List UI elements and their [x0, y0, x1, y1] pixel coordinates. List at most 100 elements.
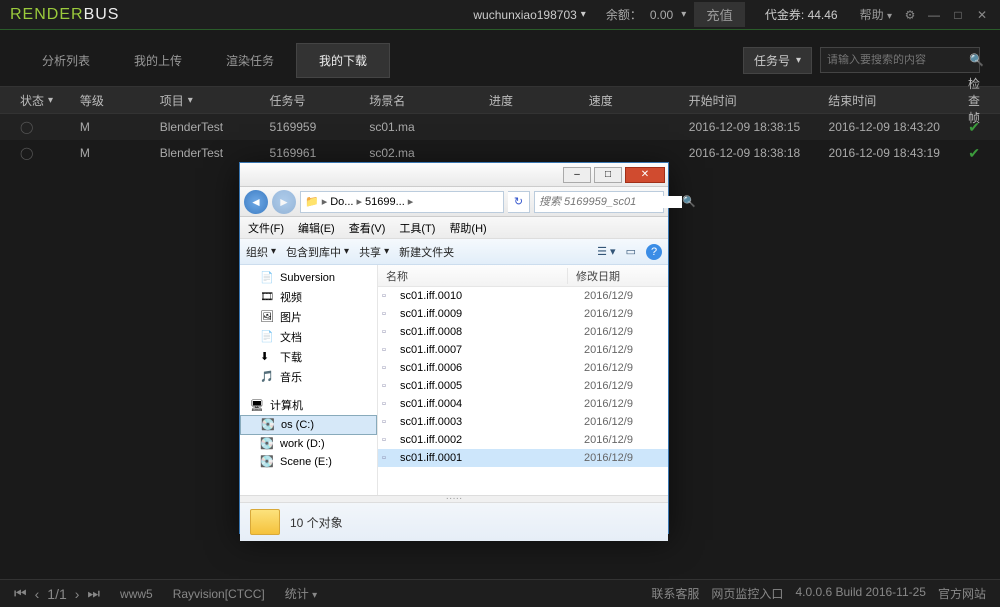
- page-prev-icon[interactable]: ‹: [35, 586, 40, 602]
- user-dropdown[interactable]: wuchunxiao198703 ▾: [473, 8, 585, 22]
- view-options-icon[interactable]: ☰ ▾: [597, 245, 615, 258]
- statusbar: ⏮ ‹ 1/1 › ⏭ www5 Rayvision[CTCC] 统计 ▾ 联系…: [0, 579, 1000, 607]
- file-explorer-window: – □ ✕ ◄ ► 📁 ▸ Do... ▸ 51699... ▸ ↻ 🔍 文件(…: [239, 162, 669, 534]
- col-filedate[interactable]: 修改日期: [568, 268, 668, 284]
- status-icon: ◯: [20, 120, 80, 134]
- recharge-button[interactable]: 充值: [694, 2, 745, 27]
- cell-level: M: [80, 146, 160, 160]
- sidebar-item[interactable]: 🎵音乐: [240, 367, 377, 387]
- breadcrumb[interactable]: 📁 ▸ Do... ▸ 51699... ▸: [300, 191, 504, 213]
- file-row[interactable]: ▫sc01.iff.00092016/12/9: [378, 305, 668, 323]
- menu-tools[interactable]: 工具(T): [399, 220, 435, 236]
- tab-analysis[interactable]: 分析列表: [20, 44, 112, 77]
- window-minimize-button[interactable]: –: [563, 167, 591, 183]
- share-button[interactable]: 共享 ▾: [359, 244, 389, 260]
- explorer-titlebar[interactable]: – □ ✕: [240, 163, 668, 187]
- include-button[interactable]: 包含到库中 ▾: [286, 244, 349, 260]
- file-row[interactable]: ▫sc01.iff.00042016/12/9: [378, 395, 668, 413]
- stats-link[interactable]: 统计 ▾: [285, 585, 317, 602]
- preview-pane-icon[interactable]: ▭: [626, 245, 636, 258]
- file-row[interactable]: ▫sc01.iff.00072016/12/9: [378, 341, 668, 359]
- voucher-label: 代金券:: [765, 8, 804, 22]
- sidebar-item[interactable]: 🖼图片: [240, 307, 377, 327]
- menu-file[interactable]: 文件(F): [248, 220, 284, 236]
- page-last-icon[interactable]: ⏭: [87, 585, 100, 602]
- nav-forward-button[interactable]: ►: [272, 190, 296, 214]
- cell-start: 2016-12-09 18:38:18: [689, 146, 829, 160]
- sidebar-group-computer[interactable]: 🖥 计算机: [240, 393, 377, 415]
- monitor-link[interactable]: 网页监控入口: [711, 585, 783, 602]
- window-close-button[interactable]: ✕: [625, 167, 665, 183]
- check-ok-icon[interactable]: ✔: [968, 119, 980, 136]
- breadcrumb-item[interactable]: 51699...: [365, 196, 405, 208]
- resize-handle[interactable]: [240, 495, 668, 503]
- search-input[interactable]: [827, 54, 969, 66]
- explorer-toolbar: 组织 ▾ 包含到库中 ▾ 共享 ▾ 新建文件夹 ☰ ▾ ▭ ?: [240, 239, 668, 265]
- menu-edit[interactable]: 编辑(E): [298, 220, 335, 236]
- drive-icon: 💽: [260, 437, 274, 451]
- maximize-icon[interactable]: □: [950, 8, 966, 22]
- col-status[interactable]: 状态▾: [20, 92, 80, 109]
- file-icon: ▫: [382, 362, 396, 374]
- help-icon[interactable]: ?: [646, 244, 662, 260]
- sidebar-item-label: 图片: [280, 309, 302, 325]
- window-maximize-button[interactable]: □: [594, 167, 622, 183]
- file-row[interactable]: ▫sc01.iff.00022016/12/9: [378, 431, 668, 449]
- filter-dropdown[interactable]: 任务号 ▾: [743, 47, 812, 74]
- newfolder-button[interactable]: 新建文件夹: [399, 244, 454, 260]
- file-row[interactable]: ▫sc01.iff.00062016/12/9: [378, 359, 668, 377]
- col-level: 等级: [80, 92, 160, 109]
- sidebar-item[interactable]: ⬇下载: [240, 347, 377, 367]
- page-next-icon[interactable]: ›: [75, 586, 80, 602]
- organize-button[interactable]: 组织 ▾: [246, 244, 276, 260]
- file-row[interactable]: ▫sc01.iff.00052016/12/9: [378, 377, 668, 395]
- minimize-icon[interactable]: —: [926, 8, 942, 22]
- file-row[interactable]: ▫sc01.iff.00082016/12/9: [378, 323, 668, 341]
- nav-back-button[interactable]: ◄: [244, 190, 268, 214]
- sidebar-drive[interactable]: 💽os (C:): [240, 415, 377, 435]
- file-icon: ▫: [382, 434, 396, 446]
- menu-view[interactable]: 查看(V): [349, 220, 386, 236]
- site-link[interactable]: 官方网站: [938, 585, 986, 602]
- sidebar-drive-label: Scene (E:): [280, 456, 332, 468]
- close-icon[interactable]: ✕: [974, 8, 990, 22]
- col-end: 结束时间: [828, 92, 968, 109]
- sidebar-item[interactable]: 🎞视频: [240, 287, 377, 307]
- table-row[interactable]: ◯MBlenderTest5169959sc01.ma2016-12-09 18…: [0, 114, 1000, 140]
- tab-render[interactable]: 渲染任务: [204, 44, 296, 77]
- sidebar-drive[interactable]: 💽work (D:): [240, 435, 377, 453]
- drive-icon: 💽: [261, 418, 275, 432]
- contact-link[interactable]: 联系客服: [651, 585, 699, 602]
- breadcrumb-item[interactable]: Do...: [330, 196, 353, 208]
- isp-label: Rayvision[CTCC]: [173, 587, 265, 601]
- chevron-down-icon[interactable]: ▾: [681, 9, 686, 20]
- explorer-search[interactable]: 🔍: [534, 191, 664, 213]
- file-row[interactable]: ▫sc01.iff.00032016/12/9: [378, 413, 668, 431]
- cell-project: BlenderTest: [160, 120, 270, 134]
- explorer-addressbar: ◄ ► 📁 ▸ Do... ▸ 51699... ▸ ↻ 🔍: [240, 187, 668, 217]
- check-ok-icon[interactable]: ✔: [968, 145, 980, 162]
- col-project[interactable]: 项目▾: [160, 92, 270, 109]
- file-row[interactable]: ▫sc01.iff.00102016/12/9: [378, 287, 668, 305]
- col-scene: 场景名: [369, 92, 489, 109]
- col-filename[interactable]: 名称: [378, 268, 568, 284]
- explorer-search-input[interactable]: [539, 196, 682, 208]
- page-first-icon[interactable]: ⏮: [14, 585, 27, 602]
- sidebar-item-icon: 🎵: [260, 370, 274, 384]
- file-name: sc01.iff.0005: [400, 380, 576, 392]
- status-icon: ◯: [20, 146, 80, 160]
- help-link[interactable]: 帮助 ▾: [860, 6, 892, 23]
- file-name: sc01.iff.0002: [400, 434, 576, 446]
- search-box[interactable]: 🔍: [820, 47, 980, 73]
- sidebar-drive[interactable]: 💽Scene (E:): [240, 453, 377, 471]
- sidebar-item[interactable]: 📄文档: [240, 327, 377, 347]
- search-icon[interactable]: 🔍: [682, 195, 696, 208]
- tab-download[interactable]: 我的下载: [296, 43, 390, 78]
- tab-upload[interactable]: 我的上传: [112, 44, 204, 77]
- search-icon[interactable]: 🔍: [969, 53, 984, 67]
- file-row[interactable]: ▫sc01.iff.00012016/12/9: [378, 449, 668, 467]
- refresh-button[interactable]: ↻: [508, 191, 530, 213]
- settings-icon[interactable]: ⚙: [902, 8, 918, 22]
- sidebar-item[interactable]: 📄Subversion: [240, 269, 377, 287]
- menu-help[interactable]: 帮助(H): [449, 220, 486, 236]
